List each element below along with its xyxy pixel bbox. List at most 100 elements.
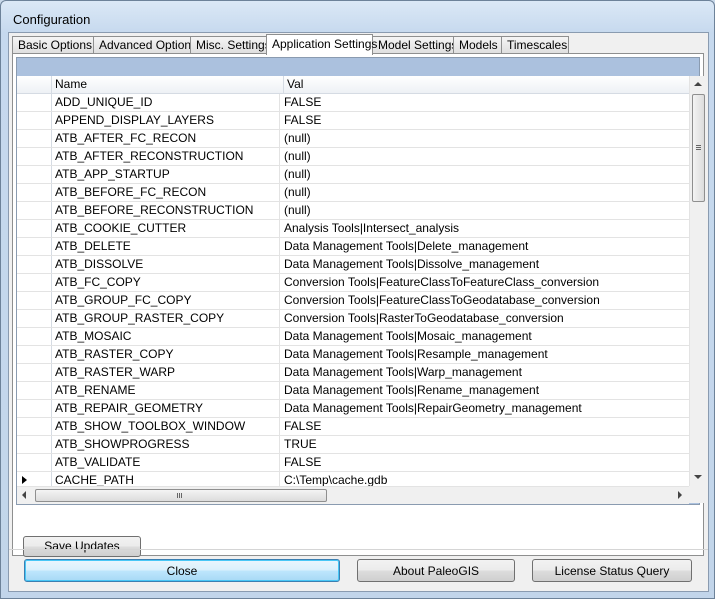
vertical-scrollbar[interactable] [689,76,707,486]
tab-models[interactable]: Models [453,36,502,54]
cell-value[interactable]: (null) [281,202,688,219]
cell-value[interactable]: C:\Temp\cache.gdb [281,472,688,486]
row-header-corner[interactable] [17,76,52,93]
table-row[interactable]: APPEND_DISPLAY_LAYERS FALSE [17,112,689,130]
row-header[interactable] [17,112,52,129]
cell-name[interactable]: ATB_COOKIE_CUTTER [52,220,280,237]
cell-value[interactable]: Data Management Tools|Resample_managemen… [281,346,688,363]
cell-name[interactable]: ATB_AFTER_RECONSTRUCTION [52,148,280,165]
cell-name[interactable]: ATB_MOSAIC [52,328,280,345]
tab-application-settings[interactable]: Application Settings [266,34,377,55]
table-row[interactable]: ATB_SHOW_TOOLBOX_WINDOW FALSE [17,418,689,436]
cell-value[interactable]: FALSE [281,454,688,471]
arrow-left-icon[interactable] [22,491,26,499]
tab-basic-options[interactable]: Basic Options [12,36,94,54]
cell-value[interactable]: FALSE [281,94,688,111]
row-header[interactable] [17,382,52,399]
table-row[interactable]: ATB_COOKIE_CUTTER Analysis Tools|Intersec… [17,220,689,238]
cell-value[interactable]: FALSE [281,112,688,129]
table-row[interactable]: ATB_AFTER_RECONSTRUCTION (null) [17,148,689,166]
table-row[interactable]: ATB_AFTER_FC_RECON (null) [17,130,689,148]
table-row[interactable]: ATB_RENAME Data Management Tools|Rename_m… [17,382,689,400]
cell-value[interactable]: Data Management Tools|Mosaic_management [281,328,688,345]
cell-name[interactable]: ATB_SHOW_TOOLBOX_WINDOW [52,418,280,435]
cell-name[interactable]: ATB_BEFORE_RECONSTRUCTION [52,202,280,219]
row-header[interactable] [17,202,52,219]
cell-name[interactable]: ATB_SHOWPROGRESS [52,436,280,453]
cell-name[interactable]: ATB_VALIDATE [52,454,280,471]
horizontal-scroll-thumb[interactable] [35,489,327,502]
row-header[interactable] [17,346,52,363]
row-header[interactable] [17,274,52,291]
table-row[interactable]: ATB_DISSOLVE Data Management Tools|Dissol… [17,256,689,274]
row-header[interactable] [17,454,52,471]
table-row[interactable]: ATB_SHOWPROGRESS TRUE [17,436,689,454]
row-header[interactable] [17,400,52,417]
cell-name[interactable]: ATB_GROUP_RASTER_COPY [52,310,280,327]
cell-value[interactable]: Data Management Tools|Dissolve_managemen… [281,256,688,273]
cell-value[interactable]: Conversion Tools|FeatureClassToFeatureCl… [281,274,688,291]
row-header[interactable] [17,364,52,381]
row-header[interactable] [17,292,52,309]
arrow-right-icon[interactable] [678,491,682,499]
cell-value[interactable]: Conversion Tools|FeatureClassToGeodataba… [281,292,688,309]
tab-timescales[interactable]: Timescales [501,36,569,54]
cell-name[interactable]: APPEND_DISPLAY_LAYERS [52,112,280,129]
row-header[interactable] [17,238,52,255]
tab-model-settings[interactable]: Model Settings [372,36,457,54]
table-row[interactable]: ATB_BEFORE_RECONSTRUCTION (null) [17,202,689,220]
table-row[interactable]: CACHE_PATH C:\Temp\cache.gdb [17,472,689,486]
cell-name[interactable]: CACHE_PATH [52,472,280,486]
cell-name[interactable]: ATB_DISSOLVE [52,256,280,273]
column-header-value[interactable]: Val [284,76,687,93]
table-row[interactable]: ATB_VALIDATE FALSE [17,454,689,472]
table-row[interactable]: ADD_UNIQUE_ID FALSE [17,94,689,112]
row-header[interactable] [17,94,52,111]
row-header[interactable] [17,328,52,345]
cell-value[interactable]: Data Management Tools|Delete_management [281,238,688,255]
row-header[interactable] [17,256,52,273]
cell-name[interactable]: ATB_APP_STARTUP [52,166,280,183]
table-row[interactable]: ATB_BEFORE_FC_RECON (null) [17,184,689,202]
license-status-button[interactable]: License Status Query [532,559,692,582]
cell-name[interactable]: ATB_REPAIR_GEOMETRY [52,400,280,417]
cell-name[interactable]: ATB_AFTER_FC_RECON [52,130,280,147]
column-header-name[interactable]: Name [52,76,284,93]
about-button[interactable]: About PaleoGIS [357,559,515,582]
arrow-up-icon[interactable] [694,82,702,86]
table-row[interactable]: ATB_DELETE Data Management Tools|Delete_m… [17,238,689,256]
cell-value[interactable]: TRUE [281,436,688,453]
cell-value[interactable]: (null) [281,166,688,183]
cell-name[interactable]: ATB_FC_COPY [52,274,280,291]
cell-name[interactable]: ATB_GROUP_FC_COPY [52,292,280,309]
vertical-scroll-thumb[interactable] [692,94,705,202]
cell-value[interactable]: Analysis Tools|Intersect_analysis [281,220,688,237]
cell-name[interactable]: ATB_RENAME [52,382,280,399]
cell-name[interactable]: ATB_RASTER_COPY [52,346,280,363]
horizontal-scrollbar[interactable] [17,486,689,504]
row-header[interactable] [17,472,52,486]
table-row[interactable]: ATB_GROUP_FC_COPY Conversion Tools|Featur… [17,292,689,310]
row-header[interactable] [17,184,52,201]
cell-value[interactable]: (null) [281,184,688,201]
cell-value[interactable]: (null) [281,148,688,165]
cell-value[interactable]: Data Management Tools|RepairGeometry_man… [281,400,688,417]
cell-value[interactable]: Data Management Tools|Warp_management [281,364,688,381]
table-row[interactable]: ATB_RASTER_WARP Data Management Tools|War… [17,364,689,382]
cell-name[interactable]: ATB_BEFORE_FC_RECON [52,184,280,201]
table-row[interactable]: ATB_FC_COPY Conversion Tools|FeatureClass… [17,274,689,292]
row-header[interactable] [17,166,52,183]
cell-value[interactable]: Data Management Tools|Rename_management [281,382,688,399]
row-header[interactable] [17,310,52,327]
cell-name[interactable]: ATB_RASTER_WARP [52,364,280,381]
table-row[interactable]: ATB_APP_STARTUP (null) [17,166,689,184]
arrow-down-icon[interactable] [694,475,702,479]
table-row[interactable]: ATB_RASTER_COPY Data Management Tools|Res… [17,346,689,364]
table-row[interactable]: ATB_REPAIR_GEOMETRY Data Management Tools… [17,400,689,418]
row-header[interactable] [17,130,52,147]
close-button[interactable]: Close [24,559,340,582]
tab-advanced-options[interactable]: Advanced Options [93,36,197,54]
save-updates-button[interactable]: Save Updates [23,536,141,557]
table-row[interactable]: ATB_GROUP_RASTER_COPY Conversion Tools|Ra… [17,310,689,328]
cell-name[interactable]: ATB_DELETE [52,238,280,255]
